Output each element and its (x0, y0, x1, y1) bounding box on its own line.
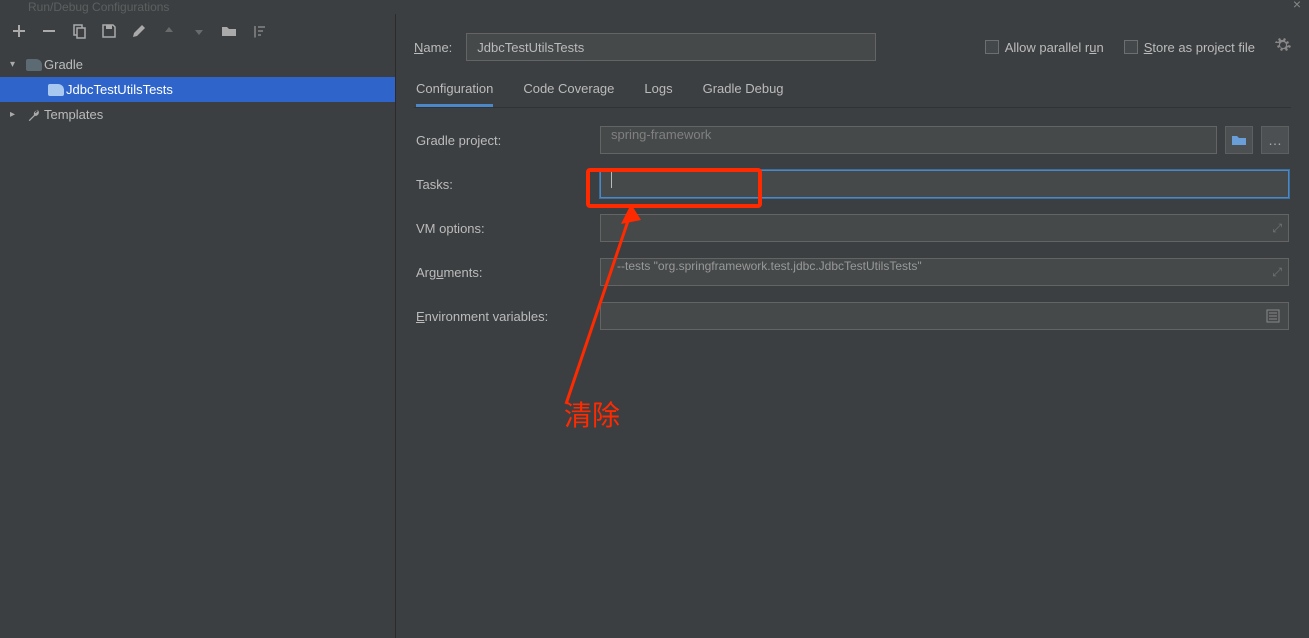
vm-options-label: VM options: (416, 221, 600, 236)
vm-options-input[interactable]: ⤢ (600, 214, 1289, 242)
tree-group-label: Templates (44, 107, 103, 122)
gradle-project-field[interactable]: spring-framework (600, 126, 1217, 154)
move-up-button[interactable] (160, 22, 178, 40)
configurations-tree: ▾ Gradle JdbcTestUtilsTests ▸ Templates (0, 52, 395, 638)
store-as-project-file-checkbox[interactable]: Store as project file (1124, 40, 1255, 55)
annotation-text: 清除 (564, 394, 620, 434)
tab-configuration[interactable]: Configuration (416, 72, 493, 107)
tree-group-templates[interactable]: ▸ Templates (0, 102, 395, 127)
close-icon[interactable]: × (1293, 0, 1301, 12)
configuration-panel: Name: Allow parallel run Store as projec… (396, 14, 1309, 638)
tree-item-label: JdbcTestUtilsTests (66, 82, 173, 97)
gradle-icon (24, 59, 44, 71)
checkbox-label: Store as project file (1144, 40, 1255, 55)
tab-code-coverage[interactable]: Code Coverage (523, 72, 614, 107)
expand-icon[interactable]: ⤢ (1272, 265, 1282, 280)
gradle-icon (46, 84, 66, 96)
tabs: Configuration Code Coverage Logs Gradle … (414, 72, 1291, 108)
tasks-label: Tasks: (416, 177, 600, 192)
more-button[interactable]: … (1261, 126, 1289, 154)
save-button[interactable] (100, 22, 118, 40)
edit-button[interactable] (130, 22, 148, 40)
checkbox-box (985, 40, 999, 54)
arguments-label: Arguments: (416, 265, 600, 280)
window-title: Run/Debug Configurations (28, 0, 169, 14)
tab-logs[interactable]: Logs (644, 72, 672, 107)
env-vars-input[interactable] (600, 302, 1289, 330)
tasks-input[interactable] (600, 170, 1289, 198)
allow-parallel-run-checkbox[interactable]: Allow parallel run (985, 40, 1104, 55)
tree-group-gradle[interactable]: ▾ Gradle (0, 52, 395, 77)
tab-gradle-debug[interactable]: Gradle Debug (703, 72, 784, 107)
copy-button[interactable] (70, 22, 88, 40)
remove-button[interactable] (40, 22, 58, 40)
chevron-down-icon: ▾ (10, 59, 24, 70)
browse-project-button[interactable] (1225, 126, 1253, 154)
sidebar-toolbar (0, 14, 395, 52)
sort-button[interactable] (250, 22, 268, 40)
tree-group-label: Gradle (44, 57, 83, 72)
gradle-project-label: Gradle project: (416, 133, 600, 148)
expand-icon[interactable]: ⤢ (1272, 221, 1282, 236)
chevron-right-icon: ▸ (10, 109, 24, 120)
tree-item-jdbctestutilstests[interactable]: JdbcTestUtilsTests (0, 77, 395, 102)
folder-button[interactable] (220, 22, 238, 40)
env-vars-label: Environment variables: (416, 309, 600, 324)
gear-icon[interactable] (1275, 37, 1291, 58)
arguments-input[interactable]: --tests "org.springframework.test.jdbc.J… (600, 258, 1289, 286)
wrench-icon (24, 108, 44, 122)
checkbox-box (1124, 40, 1138, 54)
configurations-sidebar: ▾ Gradle JdbcTestUtilsTests ▸ Templates (0, 14, 396, 638)
list-icon[interactable] (1264, 307, 1282, 325)
titlebar: Run/Debug Configurations × (0, 0, 1309, 14)
move-down-button[interactable] (190, 22, 208, 40)
add-button[interactable] (10, 22, 28, 40)
checkbox-label: Allow parallel run (1005, 40, 1104, 55)
name-label: Name: (414, 40, 452, 55)
name-input[interactable] (466, 33, 876, 61)
